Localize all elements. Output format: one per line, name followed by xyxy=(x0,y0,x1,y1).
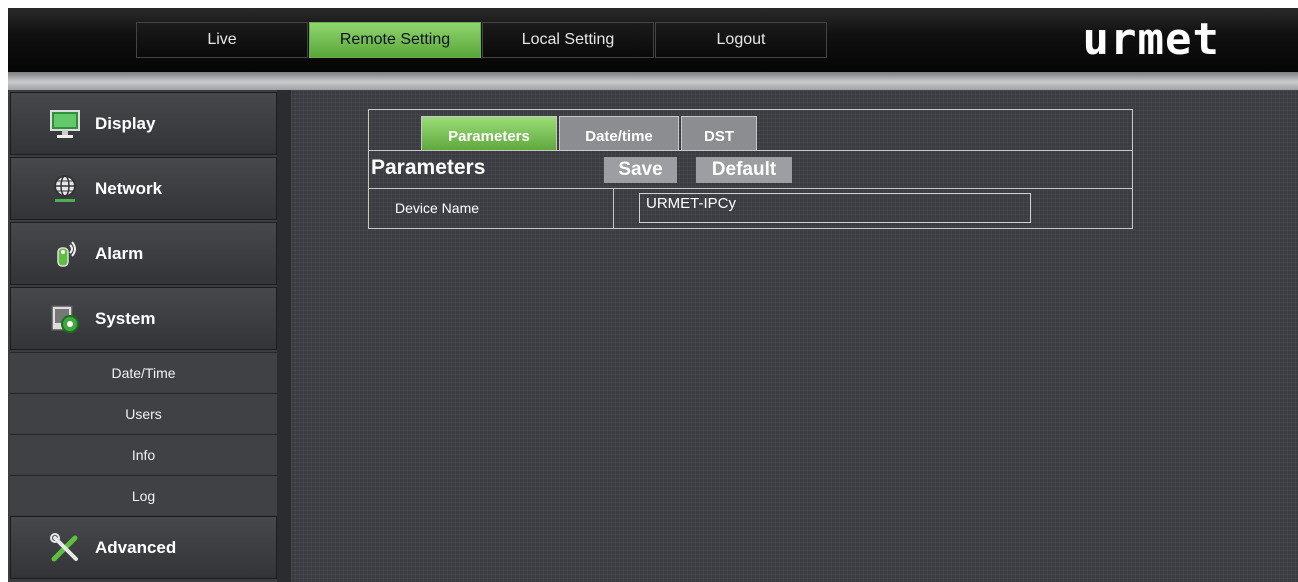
top-bar: Live Remote Setting Local Setting Logout… xyxy=(8,8,1298,72)
sidebar-item-system[interactable]: System xyxy=(10,287,277,350)
sidebar-subitem-log[interactable]: Log xyxy=(10,475,277,515)
urmet-logo: urmet xyxy=(1082,14,1220,65)
nav-tab-remote-setting[interactable]: Remote Setting xyxy=(309,22,481,58)
sidebar-item-advanced[interactable]: Advanced xyxy=(10,516,277,579)
sidebar-subitem-info[interactable]: Info xyxy=(10,434,277,474)
sidebar-item-network[interactable]: Network xyxy=(10,157,277,220)
sidebar-item-label: System xyxy=(95,308,156,328)
system-gear-icon xyxy=(49,303,81,335)
nav-tab-live[interactable]: Live xyxy=(136,22,308,58)
sidebar-item-alarm[interactable]: Alarm xyxy=(10,222,277,285)
tab-date-time[interactable]: Date/time xyxy=(559,116,679,150)
panel-tabs: Parameters Date/time DST xyxy=(421,116,759,150)
sidebar-item-label: Alarm xyxy=(95,243,144,263)
globe-icon xyxy=(49,173,81,205)
nav-tab-local-setting[interactable]: Local Setting xyxy=(482,22,654,58)
sidebar-item-label: Display xyxy=(95,113,156,133)
device-name-input[interactable] xyxy=(639,193,1031,223)
alarm-icon xyxy=(49,238,81,270)
sidebar-subitem-users[interactable]: Users xyxy=(10,393,277,433)
top-divider xyxy=(8,72,1298,90)
sidebar: Display Network Alarm System Date/Time U… xyxy=(8,90,291,582)
sidebar-subitem-date-time[interactable]: Date/Time xyxy=(10,352,277,392)
sidebar-item-label: Network xyxy=(95,178,163,198)
sidebar-item-label: Advanced xyxy=(95,537,177,557)
divider xyxy=(369,150,1132,151)
tab-dst[interactable]: DST xyxy=(681,116,757,150)
panel-title: Parameters xyxy=(371,156,486,179)
divider xyxy=(369,188,1132,189)
monitor-icon xyxy=(49,108,81,140)
divider xyxy=(613,189,614,229)
parameters-panel: Parameters Date/time DST Parameters Save… xyxy=(368,109,1133,229)
sidebar-edge xyxy=(277,90,291,582)
default-button[interactable]: Default xyxy=(696,157,792,183)
tools-icon xyxy=(49,532,81,564)
sidebar-item-display[interactable]: Display xyxy=(10,92,277,155)
nav-tab-logout[interactable]: Logout xyxy=(655,22,827,58)
tab-parameters[interactable]: Parameters xyxy=(421,116,557,150)
save-button[interactable]: Save xyxy=(604,157,677,183)
top-navigation: Live Remote Setting Local Setting Logout xyxy=(136,22,828,60)
device-name-label: Device Name xyxy=(395,200,480,216)
